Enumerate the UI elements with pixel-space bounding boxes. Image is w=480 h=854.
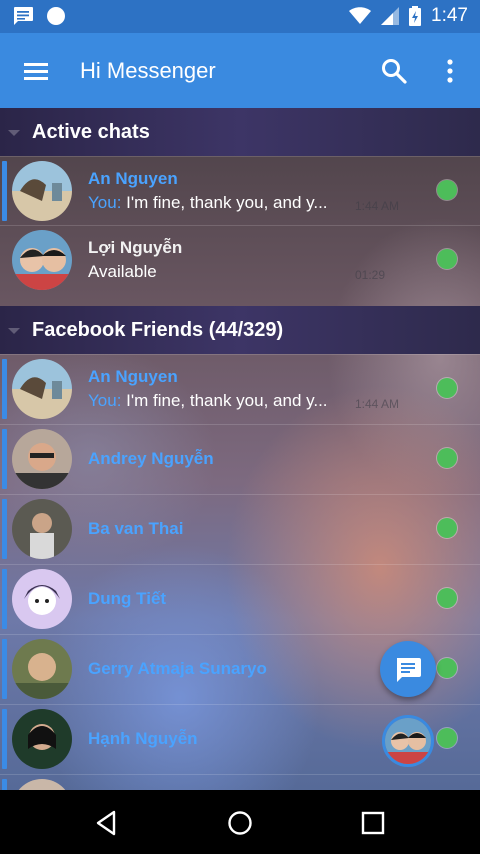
- selected-indicator: [2, 499, 7, 559]
- message-time: 1:44 AM: [355, 199, 400, 213]
- selected-indicator: [2, 569, 7, 629]
- contact-name: Dung Tiết: [88, 589, 167, 608]
- online-status-icon: [437, 518, 457, 538]
- friend-row-andrey-nguyen[interactable]: Andrey Nguyễn: [0, 424, 480, 493]
- wifi-icon: [349, 7, 372, 25]
- chat-bubble-icon: [397, 658, 421, 682]
- selected-indicator: [2, 639, 7, 699]
- avatar: [12, 230, 72, 290]
- selected-indicator: [2, 359, 7, 419]
- online-status-icon: [437, 658, 457, 678]
- battery-icon: [409, 6, 422, 26]
- home-icon[interactable]: [225, 808, 255, 838]
- section-header-facebook-friends[interactable]: Facebook Friends (44/329): [0, 306, 480, 354]
- clock: 1:47: [431, 5, 468, 26]
- online-status-icon: [437, 728, 457, 748]
- online-status-icon: [437, 588, 457, 608]
- signal-icon: [381, 7, 400, 25]
- chat-row-an-nguyen[interactable]: An Nguyen You: I'm fine, thank you, and …: [0, 156, 480, 225]
- last-message: You: I'm fine, thank you, and y...: [88, 193, 328, 212]
- selected-indicator: [2, 709, 7, 769]
- avatar: [12, 161, 72, 221]
- contact-name: Lợi Nguyễn: [88, 238, 183, 257]
- selected-indicator: [2, 779, 7, 790]
- menu-icon[interactable]: [22, 57, 50, 85]
- online-status-icon: [437, 180, 457, 200]
- avatar: [12, 569, 72, 629]
- avatar: [12, 779, 72, 790]
- avatar: [12, 359, 72, 419]
- contact-name: Andrey Nguyễn: [88, 449, 214, 468]
- selected-indicator: [2, 429, 7, 489]
- contact-name: An Nguyen: [88, 169, 178, 188]
- friend-row-partial[interactable]: [0, 774, 480, 790]
- back-icon[interactable]: [92, 808, 122, 838]
- online-status-icon: [437, 249, 457, 269]
- message-notification-icon: [12, 6, 34, 26]
- chat-head-avatar[interactable]: [382, 715, 434, 767]
- friend-row-dung-tiet[interactable]: Dung Tiết: [0, 564, 480, 633]
- section-title: Active chats: [32, 121, 150, 143]
- navigation-bar: [0, 790, 480, 854]
- message-time: 1:44 AM: [355, 397, 400, 411]
- status-bar: 1:47: [0, 0, 480, 33]
- contact-name: Ba van Thai: [88, 519, 184, 538]
- avatar: [12, 709, 72, 769]
- contact-name: Gerry Atmaja Sunaryo: [88, 659, 267, 678]
- recents-icon[interactable]: [358, 808, 388, 838]
- more-options-icon[interactable]: [440, 57, 460, 85]
- message-time: 01:29: [355, 268, 386, 282]
- app-bar: Hi Messenger: [0, 33, 480, 108]
- app-title: Hi Messenger: [80, 58, 216, 83]
- avatar: [12, 499, 72, 559]
- chat-row-loi-nguyen[interactable]: Lợi Nguyễn Available 01:29: [0, 225, 480, 294]
- avatar: [12, 429, 72, 489]
- section-title: Facebook Friends (44/329): [32, 319, 284, 341]
- avatar: [12, 639, 72, 699]
- collapse-caret-icon: [8, 328, 20, 334]
- last-message: You: I'm fine, thank you, and y...: [88, 391, 328, 410]
- collapse-caret-icon: [8, 130, 20, 136]
- friend-row-an-nguyen[interactable]: An Nguyen You: I'm fine, thank you, and …: [0, 354, 480, 423]
- online-status-icon: [437, 378, 457, 398]
- online-status-icon: [437, 448, 457, 468]
- contact-status: Available: [88, 262, 157, 281]
- selected-indicator: [2, 161, 7, 221]
- section-header-active-chats[interactable]: Active chats: [0, 108, 480, 156]
- contact-name: Hạnh Nguyễn: [88, 729, 198, 748]
- circle-notification-icon: [46, 6, 66, 26]
- new-chat-fab[interactable]: [380, 641, 436, 697]
- friend-row-ba-van-thai[interactable]: Ba van Thai: [0, 494, 480, 563]
- search-icon[interactable]: [380, 57, 408, 85]
- contact-name: An Nguyen: [88, 367, 178, 386]
